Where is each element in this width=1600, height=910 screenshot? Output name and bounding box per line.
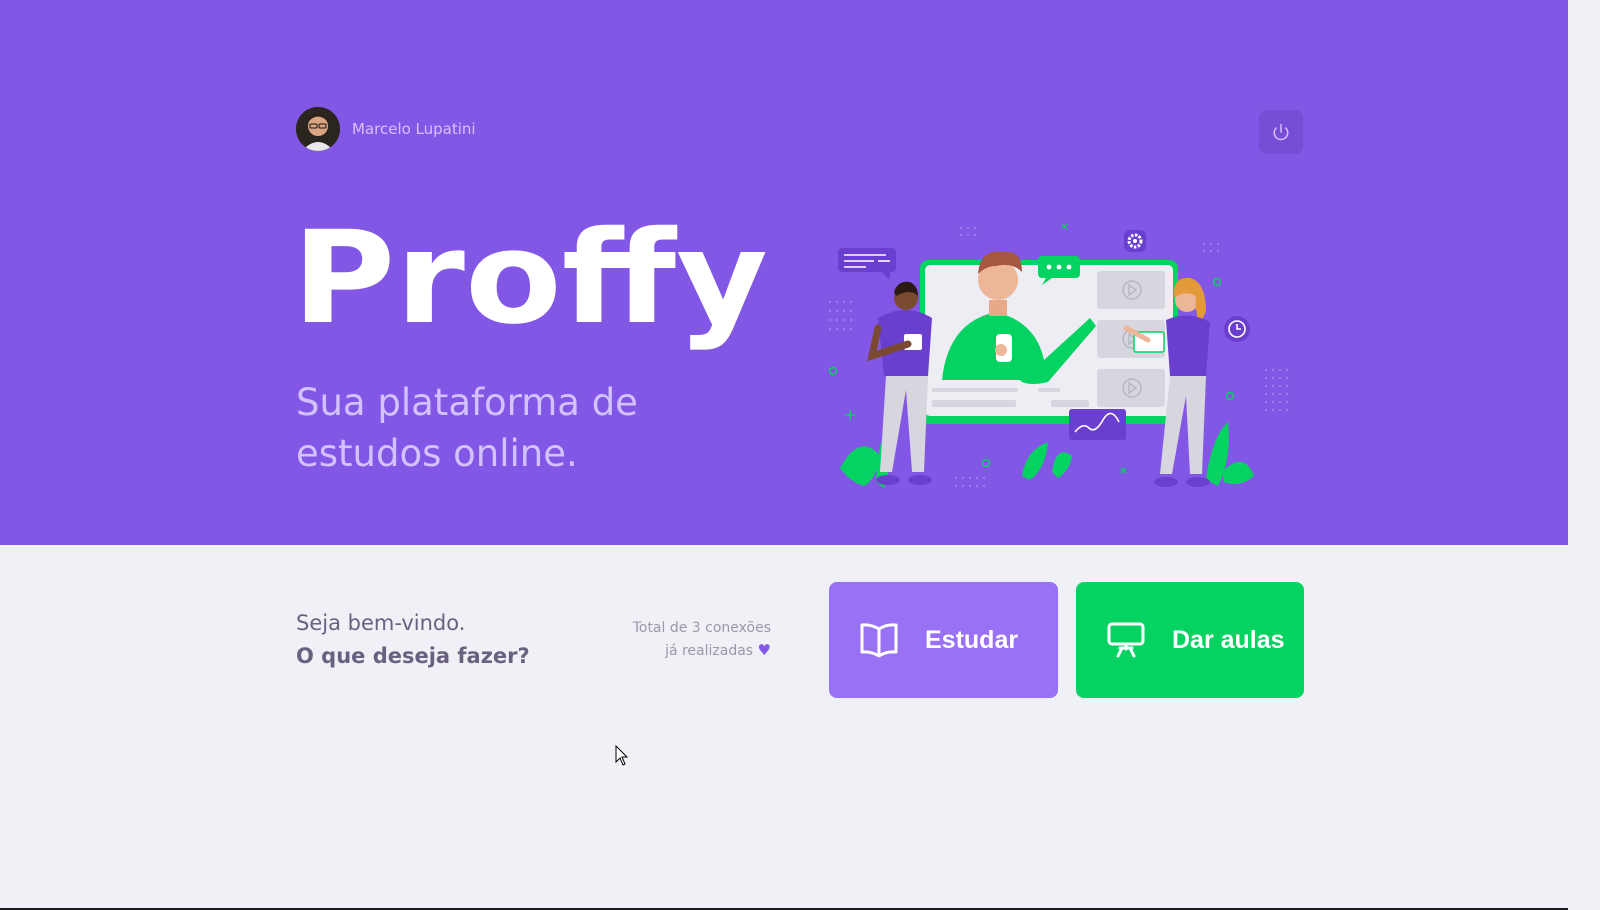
give-classes-button-label: Dar aulas [1172,625,1285,654]
presentation-board-icon [1106,621,1146,659]
study-button[interactable]: Estudar [829,582,1058,698]
user-name[interactable]: Marcelo Lupatini [352,120,476,138]
give-classes-button[interactable]: Dar aulas [1076,582,1304,698]
mouse-cursor-icon [615,745,629,766]
welcome-message: Seja bem-vindo. O que deseja fazer? [296,607,530,673]
book-open-icon [859,622,899,658]
svg-text:Proffy: Proffy [292,218,768,353]
welcome-question: O que deseja fazer? [296,644,530,668]
connections-line2: já realizadas [665,643,754,659]
user-profile[interactable]: Marcelo Lupatini [296,107,476,151]
connections-line1: Total de 3 conexões [632,620,771,636]
proffy-logo: Proffy [292,218,768,353]
avatar[interactable] [296,107,340,151]
study-button-label: Estudar [925,625,1019,654]
logout-button[interactable] [1259,110,1303,154]
purple-heart-icon: ♥ [757,641,771,659]
welcome-greeting: Seja bem-vindo. [296,611,466,635]
actions-section [0,545,1568,910]
tagline: Sua plataforma de estudos online. [296,381,638,475]
power-icon [1273,123,1289,141]
landing-illustration [828,223,1289,488]
total-connections: Total de 3 conexões já realizadas ♥ [560,617,771,662]
hero-section: Marcelo Lupatini Proffy Sua plataforma d… [0,0,1568,545]
window-right-gutter [1568,0,1600,910]
